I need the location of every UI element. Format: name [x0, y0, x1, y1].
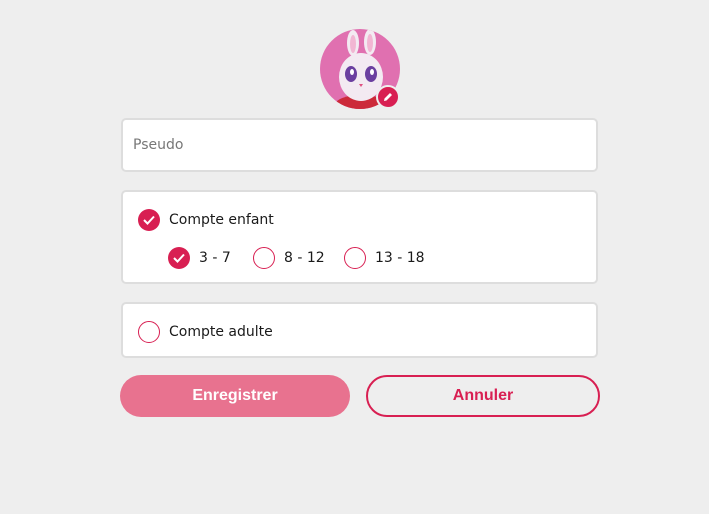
age-range-label: 13 - 18	[375, 250, 425, 266]
pseudo-field-card	[121, 118, 598, 172]
pencil-icon	[384, 93, 392, 101]
profile-avatar[interactable]	[320, 29, 400, 109]
age-range-option[interactable]: 3 - 7	[168, 247, 231, 269]
age-range-label: 8 - 12	[284, 250, 325, 266]
adult-account-card: Compte adulte	[121, 302, 598, 358]
child-account-option[interactable]: Compte enfant	[138, 209, 274, 231]
unchecked-radio-icon	[344, 247, 366, 269]
age-range-option[interactable]: 13 - 18	[344, 247, 425, 269]
unchecked-radio-icon	[253, 247, 275, 269]
pseudo-input[interactable]	[123, 120, 596, 170]
checked-radio-icon	[168, 247, 190, 269]
age-range-label: 3 - 7	[199, 250, 231, 266]
adult-account-option[interactable]: Compte adulte	[138, 321, 273, 343]
edit-avatar-button[interactable]	[376, 85, 400, 109]
age-range-option[interactable]: 8 - 12	[253, 247, 325, 269]
checked-radio-icon	[138, 209, 160, 231]
adult-account-label: Compte adulte	[169, 324, 273, 340]
save-button[interactable]: Enregistrer	[120, 375, 350, 417]
cancel-button[interactable]: Annuler	[366, 375, 600, 417]
child-account-label: Compte enfant	[169, 212, 274, 228]
unchecked-radio-icon	[138, 321, 160, 343]
child-account-card: Compte enfant 3 - 7 8 - 12 13 - 18	[121, 190, 598, 284]
